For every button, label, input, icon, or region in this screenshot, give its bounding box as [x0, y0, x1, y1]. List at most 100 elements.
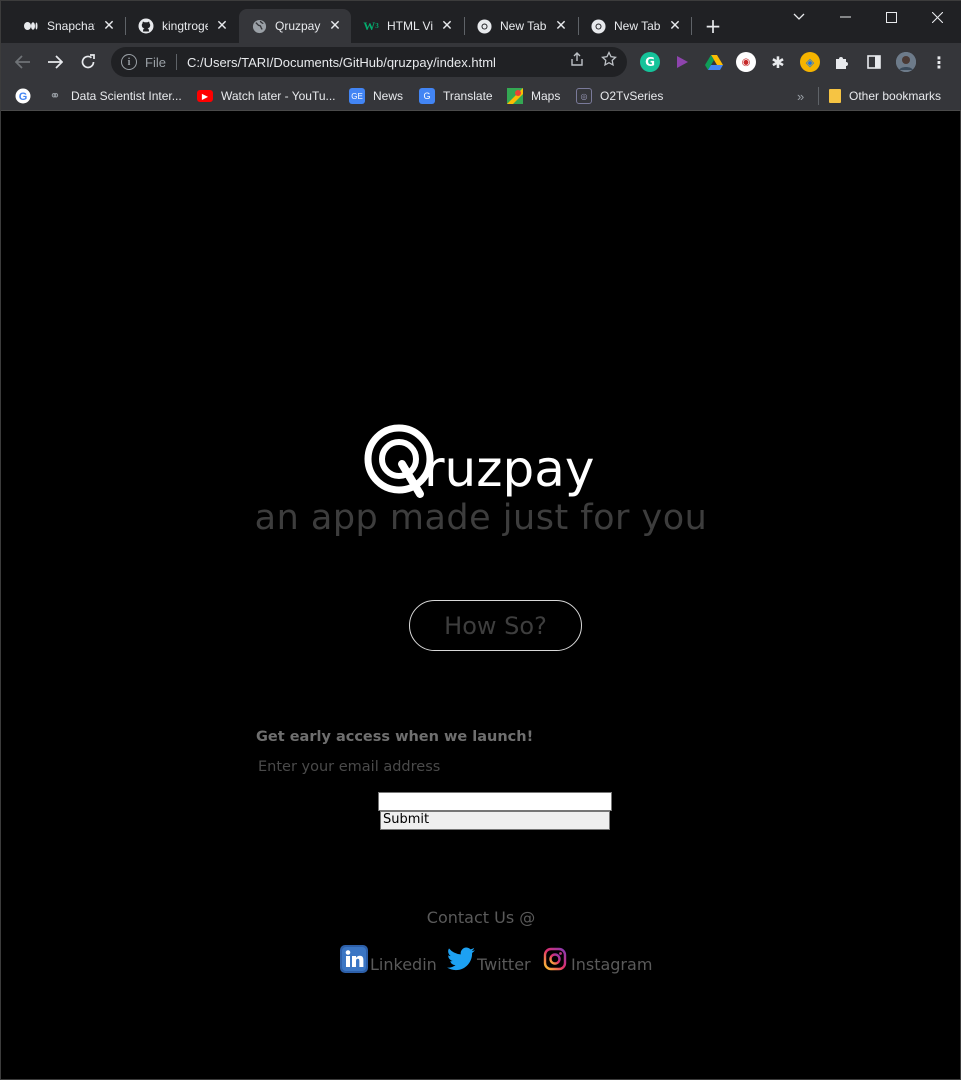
- omnibox-divider: [175, 54, 177, 70]
- bookmark-ds-icon: ⚭: [49, 88, 61, 103]
- google-translate-icon: G: [419, 88, 435, 104]
- how-so-button[interactable]: How So?: [409, 600, 582, 651]
- tab-title: Qruzpay: [275, 19, 321, 33]
- logo-wordmark: ruzpay: [424, 440, 594, 498]
- tab-snapchat[interactable]: Snapchat ✕: [11, 9, 125, 43]
- maximize-icon: [885, 11, 897, 23]
- tab-title: New Tab: [500, 19, 547, 33]
- back-button[interactable]: [9, 48, 37, 76]
- youtube-icon: ▶: [197, 90, 213, 102]
- submit-button[interactable]: Submit: [380, 811, 610, 830]
- logo-q-mark-icon: ruzpay: [364, 424, 594, 498]
- twitter-label: Twitter: [477, 955, 531, 974]
- profile-avatar[interactable]: [896, 52, 916, 72]
- extensions-puzzle-icon[interactable]: [832, 52, 852, 72]
- close-icon[interactable]: ✕: [101, 18, 117, 34]
- plus-icon: +: [704, 14, 722, 38]
- email-field[interactable]: [378, 792, 612, 811]
- double-chevron-icon: »: [797, 88, 805, 104]
- bookmark-label: Data Scientist Inter...: [71, 89, 182, 103]
- tab-qruzpay[interactable]: Qruzpay ✕: [239, 9, 351, 43]
- github-icon: [138, 18, 154, 34]
- bookmark-label: Other bookmarks: [849, 89, 942, 103]
- linkedin-link[interactable]: Linkedin: [340, 945, 437, 973]
- bookmark-o2tvseries[interactable]: ◎ O2TvSeries: [576, 86, 663, 106]
- contact-heading: Contact Us @: [426, 908, 536, 927]
- asterisk-extension-icon[interactable]: ✱: [768, 52, 788, 72]
- google-icon: G: [15, 88, 31, 104]
- chrome-icon: [590, 18, 606, 34]
- bookmarks-overflow-chevron[interactable]: »: [797, 86, 804, 106]
- linkedin-label: Linkedin: [370, 955, 437, 974]
- tab-strip: Snapchat ✕ kingtroge ✕ Qruzpay ✕ W3 HTML…: [1, 1, 961, 43]
- o2tv-icon: ◎: [576, 88, 592, 104]
- globe-icon: [251, 18, 267, 34]
- minimize-button[interactable]: [822, 1, 868, 33]
- arrow-right-icon: [48, 55, 63, 69]
- arrow-left-icon: [15, 55, 30, 69]
- bookmark-google[interactable]: G: [15, 86, 31, 106]
- google-drive-icon[interactable]: [704, 52, 724, 72]
- address-bar[interactable]: i File C:/Users/TARI/Documents/GitHub/qr…: [111, 47, 627, 77]
- tab-title: New Tab: [614, 19, 661, 33]
- close-icon[interactable]: ✕: [439, 18, 455, 34]
- bookmark-other-bookmarks[interactable]: Other bookmarks: [829, 86, 941, 106]
- bookmark-data-scientist[interactable]: ⚭ Data Scientist Inter...: [47, 86, 182, 106]
- share-icon[interactable]: [568, 50, 586, 68]
- bookmark-watch-later[interactable]: ▶ Watch later - YouTu...: [197, 86, 336, 106]
- early-access-heading: Get early access when we launch!: [256, 729, 534, 745]
- url-text[interactable]: C:/Users/TARI/Documents/GitHub/qruzpay/i…: [187, 55, 627, 70]
- instagram-icon: [541, 945, 569, 973]
- twitter-link[interactable]: Twitter: [447, 945, 531, 973]
- new-tab-button[interactable]: +: [701, 14, 725, 38]
- more-menu-icon[interactable]: ⋮: [929, 52, 949, 72]
- forward-button[interactable]: [41, 48, 69, 76]
- star-icon[interactable]: [600, 50, 618, 68]
- tab-new-tab-2[interactable]: New Tab ✕: [578, 9, 691, 43]
- tab-title: HTML Vie: [387, 19, 433, 33]
- bookmarks-bar: G ⚭ Data Scientist Inter... ▶ Watch late…: [1, 81, 961, 111]
- bookmark-label: Translate: [443, 89, 493, 103]
- page-content: ruzpay an app made just for you How So? …: [2, 112, 960, 1079]
- bookmark-maps[interactable]: Maps: [507, 86, 560, 106]
- grammarly-icon[interactable]: G: [640, 52, 660, 72]
- hero-tagline: an app made just for you: [254, 498, 708, 538]
- extension-circle-icon[interactable]: ◉: [736, 52, 756, 72]
- play-extension-icon[interactable]: [672, 52, 692, 72]
- compass-extension-icon[interactable]: ◈: [800, 52, 820, 72]
- tab-title: kingtroge: [162, 19, 208, 33]
- bookmark-label: Watch later - YouTu...: [221, 89, 336, 103]
- close-icon[interactable]: ✕: [214, 18, 230, 34]
- twitter-icon: [447, 945, 475, 973]
- instagram-label: Instagram: [571, 955, 653, 974]
- google-maps-icon: [507, 88, 523, 104]
- tab-html-viewer[interactable]: W3 HTML Vie ✕: [351, 9, 463, 43]
- folder-icon: [829, 89, 841, 103]
- window-close-button[interactable]: [914, 1, 960, 33]
- browser-toolbar: i File C:/Users/TARI/Documents/GitHub/qr…: [1, 43, 961, 81]
- side-panel-icon[interactable]: [864, 52, 884, 72]
- close-icon[interactable]: ✕: [667, 18, 683, 34]
- bookmark-translate[interactable]: G Translate: [419, 86, 493, 106]
- qruzpay-logo: ruzpay: [362, 424, 622, 504]
- instagram-link[interactable]: Instagram: [541, 945, 652, 973]
- tab-divider: [691, 17, 692, 35]
- tab-github[interactable]: kingtroge ✕: [126, 9, 238, 43]
- bookmark-label: News: [373, 89, 404, 103]
- tab-new-tab-1[interactable]: New Tab ✕: [464, 9, 577, 43]
- close-icon: [931, 11, 943, 23]
- chrome-icon: [476, 18, 492, 34]
- reload-icon: [81, 54, 95, 69]
- close-icon[interactable]: ✕: [327, 18, 343, 34]
- info-icon[interactable]: i: [121, 54, 137, 70]
- maximize-button[interactable]: [868, 1, 914, 33]
- linkedin-icon: [340, 945, 368, 973]
- google-news-icon: GE: [349, 88, 365, 104]
- tab-title: Snapchat: [47, 19, 95, 33]
- reload-button[interactable]: [74, 48, 102, 76]
- bookmark-news[interactable]: GE News: [349, 86, 403, 106]
- tab-search-button[interactable]: [776, 1, 822, 33]
- close-icon[interactable]: ✕: [553, 18, 569, 34]
- bookmarks-divider: [818, 87, 819, 105]
- medium-icon: [23, 18, 39, 34]
